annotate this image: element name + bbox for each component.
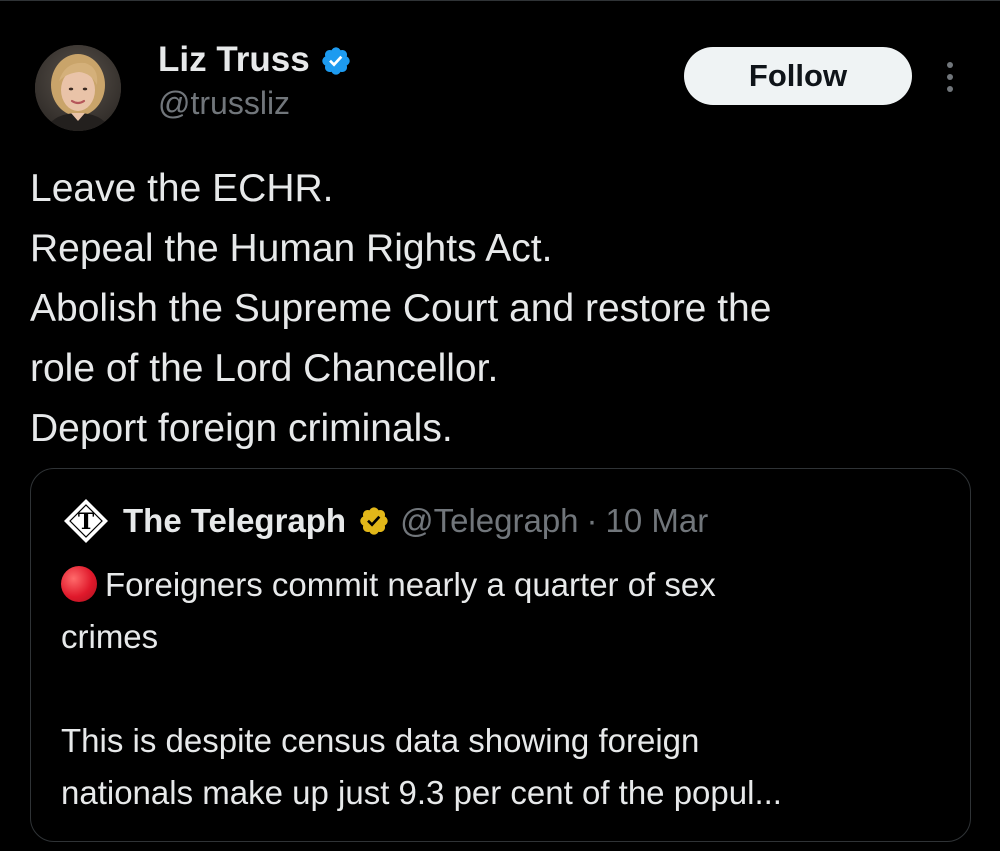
author-handle[interactable]: @trussliz bbox=[158, 83, 290, 123]
follow-button[interactable]: Follow bbox=[684, 47, 912, 105]
quoted-tweet-text: Foreigners commit nearly a quarter of se… bbox=[61, 559, 941, 819]
telegraph-logo-icon[interactable]: T bbox=[61, 496, 111, 546]
tweet-line: Repeal the Human Rights Act. bbox=[30, 227, 553, 270]
tweet-line: Abolish the Supreme Court and restore th… bbox=[30, 287, 772, 330]
quoted-tweet-header: T The Telegraph @Telegraph · 10 Mar bbox=[61, 496, 709, 546]
quoted-line: Foreigners commit nearly a quarter of se… bbox=[61, 559, 941, 611]
dot bbox=[947, 62, 953, 68]
quoted-tweet-card[interactable]: T The Telegraph @Telegraph · 10 Mar Fore… bbox=[30, 468, 971, 842]
verified-blue-badge-icon[interactable] bbox=[320, 45, 352, 77]
quoted-display-name: The Telegraph bbox=[123, 502, 347, 539]
tweet-line: Leave the ECHR. bbox=[30, 167, 334, 210]
tweet-line: Deport foreign criminals. bbox=[30, 407, 453, 450]
quoted-line: crimes bbox=[61, 618, 159, 655]
verified-gold-badge-icon bbox=[360, 507, 388, 535]
author-name-row: Liz Truss bbox=[158, 39, 352, 81]
quoted-line: This is despite census data showing fore… bbox=[61, 722, 700, 759]
quoted-date: 10 Mar bbox=[605, 502, 709, 539]
author-display-name[interactable]: Liz Truss bbox=[158, 39, 310, 81]
avatar-photo bbox=[35, 45, 121, 131]
tweet-line: role of the Lord Chancellor. bbox=[30, 347, 499, 390]
author-avatar[interactable] bbox=[35, 45, 121, 131]
dot bbox=[947, 74, 953, 80]
meta-separator: · bbox=[586, 502, 598, 539]
more-vertical-icon[interactable] bbox=[938, 57, 962, 97]
quoted-line: nationals make up just 9.3 per cent of t… bbox=[61, 774, 782, 811]
quoted-line-text: Foreigners commit nearly a quarter of se… bbox=[105, 566, 716, 603]
tweet-text: Leave the ECHR. Repeal the Human Rights … bbox=[30, 159, 970, 459]
svg-text:T: T bbox=[78, 509, 95, 535]
red-circle-icon bbox=[61, 566, 97, 602]
tweet-detail: Liz Truss @trussliz Follow Leave the ECH… bbox=[0, 0, 1000, 851]
dot bbox=[947, 86, 953, 92]
quoted-handle: @Telegraph bbox=[400, 502, 579, 539]
